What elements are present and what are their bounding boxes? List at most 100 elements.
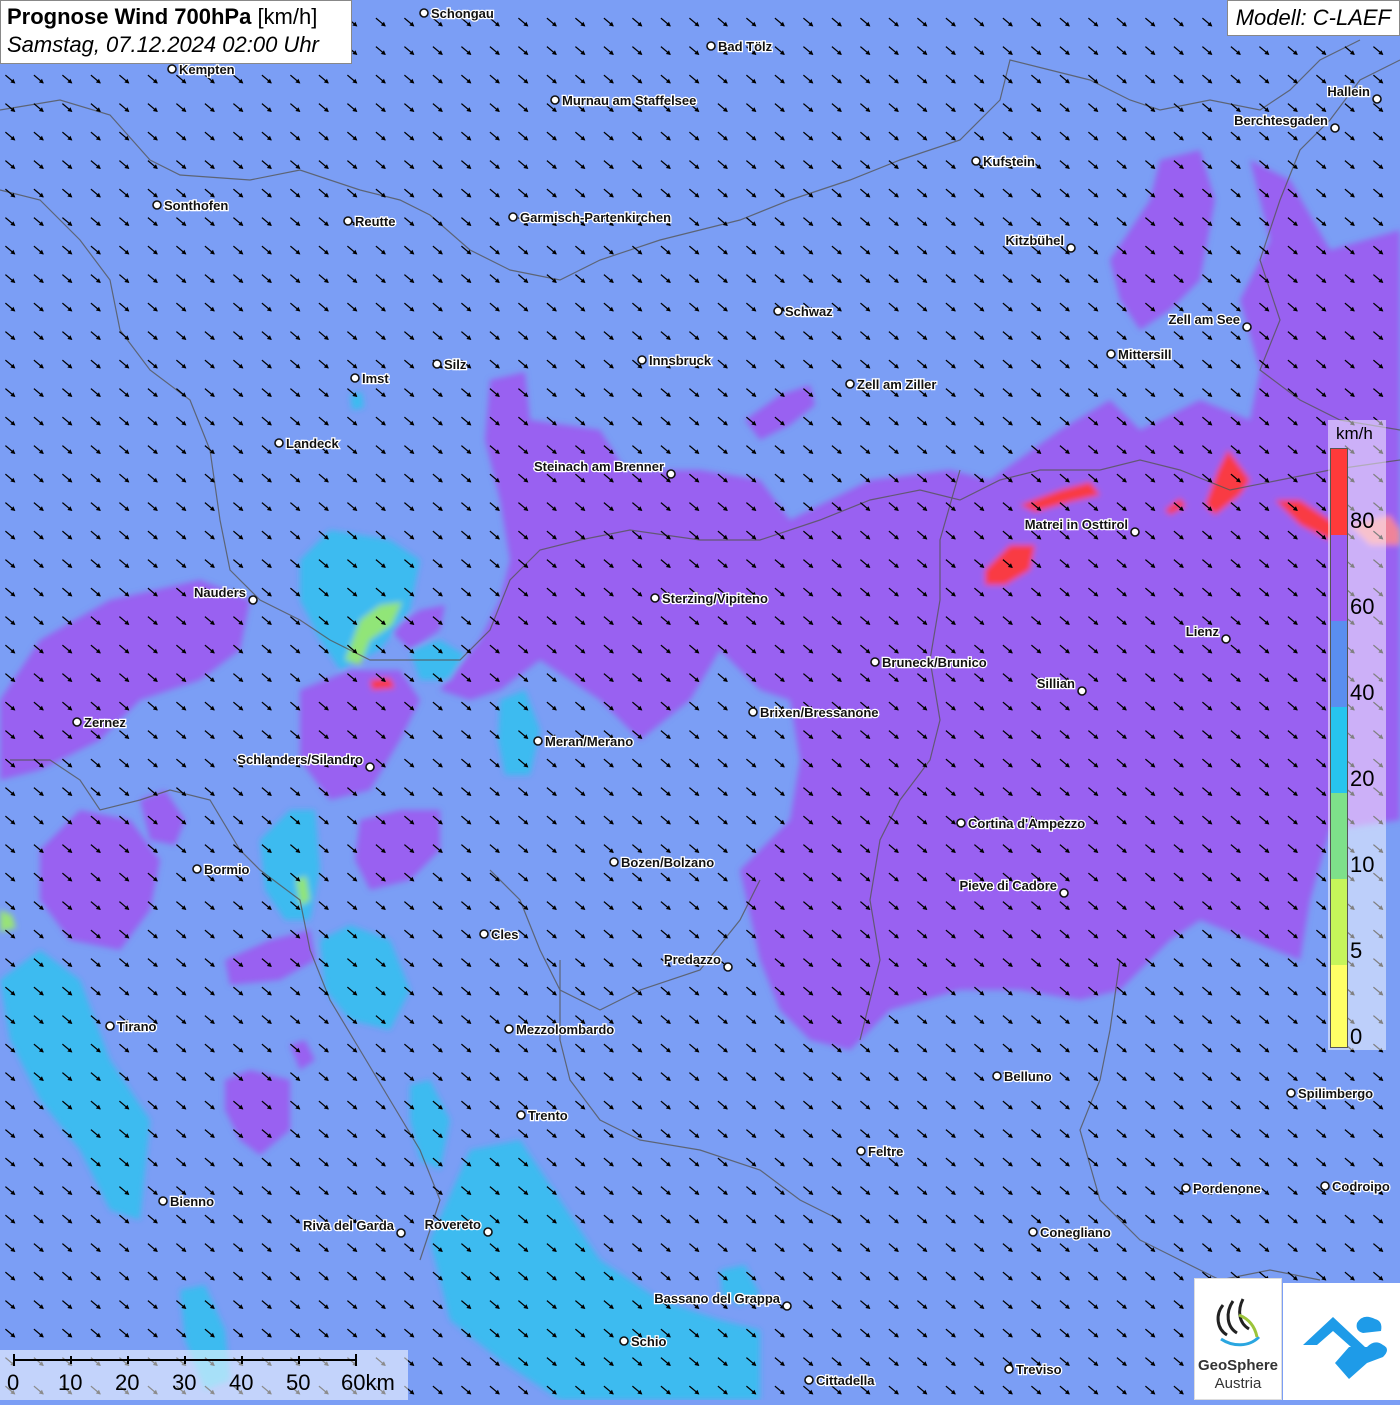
city-dot [1330,123,1340,133]
city-label: Garmisch-Partenkirchen [520,210,671,225]
city-label: Landeck [286,436,340,451]
city-dot [350,373,360,383]
legend-label-20: 20 [1350,766,1375,791]
city-marker[interactable]: Garmisch-Partenkirchen [508,209,672,226]
city-label: Hallein [1327,84,1370,99]
city-dot [748,707,758,717]
city-label: Treviso [1016,1362,1062,1377]
city-marker[interactable]: Spilimbergo [1286,1085,1374,1102]
city-label: Schio [631,1334,666,1349]
city-label: Schongau [431,6,494,21]
geosphere-country: Austria [1214,1375,1262,1392]
city-dot [1077,686,1087,696]
city-dot [782,1301,792,1311]
legend-bar [1330,448,1348,1048]
legend-swatch-10 [1331,793,1347,879]
city-label: Steinach am Brenner [534,459,664,474]
scale-label-30: 30 [172,1370,197,1395]
city-dot [971,156,981,166]
city-label: Innsbruck [649,353,712,368]
scale-label-60km: 60km [341,1370,395,1395]
city-label: Bruneck/Brunico [882,655,987,670]
city-label: Zernez [84,715,126,730]
city-dot [365,762,375,772]
city-marker[interactable]: Codroipo [1320,1178,1391,1195]
city-dot [516,1110,526,1120]
city-dot [1372,94,1382,104]
city-dot [1181,1183,1191,1193]
city-label: Zell am See [1168,312,1240,327]
legend-swatch-80 [1331,449,1347,535]
city-label: Kufstein [983,154,1035,169]
city-label: Bassano del Grappa [654,1291,780,1306]
city-marker[interactable]: Meran/Merano [533,733,634,750]
city-label: Predazzo [664,952,721,967]
forecast-datetime: Samstag, 07.12.2024 02:00 Uhr [7,32,319,57]
city-dot [992,1071,1002,1081]
city-label: Spilimbergo [1298,1086,1373,1101]
scale-bar: 0 10 20 30 40 50 60km [0,1350,408,1400]
city-label: Mittersill [1118,347,1171,362]
city-dot [1066,243,1076,253]
legend-unit: km/h [1336,424,1373,443]
city-label: Silz [444,357,467,372]
weather-app-logo[interactable] [1283,1283,1400,1400]
city-label: Trento [528,1108,568,1123]
city-dot [72,717,82,727]
scale-label-40: 40 [229,1370,254,1395]
city-label: Cortina d'Ampezzo [968,816,1085,831]
scale-label-20: 20 [115,1370,140,1395]
title-box: Prognose Wind 700hPa [km/h] Samstag, 07.… [0,0,352,64]
city-label: Sonthofen [164,198,228,213]
city-dot [432,359,442,369]
city-marker[interactable]: Brixen/Bressanone [748,704,880,721]
city-marker[interactable]: Cittadella [804,1372,877,1389]
city-label: Zell am Ziller [857,377,936,392]
city-label: Riva del Garda [303,1218,395,1233]
city-dot [483,1227,493,1237]
city-label: Pordenone [1193,1181,1261,1196]
legend-swatch-0 [1331,965,1347,1047]
city-dot [609,857,619,867]
city-label: Tirano [117,1019,157,1034]
city-label: Nauders [194,585,246,600]
city-dot [773,306,783,316]
city-marker[interactable]: Bozen/Bolzano [609,854,715,871]
city-label: Imst [362,371,389,386]
title: Prognose Wind 700hPa [km/h] [7,4,345,30]
city-dot [343,216,353,226]
city-dot [105,1021,115,1031]
scale-label-50: 50 [286,1370,311,1395]
city-dot [192,864,202,874]
city-label: Berchtesgaden [1234,113,1328,128]
city-label: Cles [491,927,518,942]
city-dot [152,200,162,210]
city-label: Bad Tölz [718,39,773,54]
city-dot [845,379,855,389]
city-marker[interactable]: Mezzolombardo [504,1021,616,1038]
city-marker[interactable]: Cortina d'Ampezzo [956,815,1087,832]
city-label: Meran/Merano [545,734,633,749]
scale-label-10: 10 [58,1370,83,1395]
geosphere-logo[interactable]: GeoSphere Austria [1194,1278,1282,1400]
city-dot [533,736,543,746]
city-marker[interactable]: Sonthofen [152,197,230,214]
city-label: Rovereto [425,1217,481,1232]
city-dot [1130,527,1140,537]
city-dot [1286,1088,1296,1098]
city-marker[interactable]: Sterzing/Vipiteno [650,590,769,607]
scale-label-0: 0 [7,1370,20,1395]
city-marker[interactable]: Bruneck/Brunico [870,654,988,671]
city-label: Sterzing/Vipiteno [662,591,768,606]
city-marker[interactable]: Innsbruck [637,352,713,369]
legend-swatch-5 [1331,879,1347,965]
city-marker[interactable]: Conegliano [1028,1224,1112,1241]
model-label: Modell: C-LAEF [1226,0,1400,36]
title-main: Prognose Wind 700hPa [7,4,252,29]
legend-swatch-40 [1331,621,1347,707]
city-marker[interactable]: Zell am Ziller [845,376,938,393]
city-marker[interactable]: Schongau [419,5,495,22]
city-label: Reutte [355,214,395,229]
city-marker[interactable]: Murnau am Staffelsee [550,92,698,109]
city-marker[interactable]: Pordenone [1181,1180,1262,1197]
